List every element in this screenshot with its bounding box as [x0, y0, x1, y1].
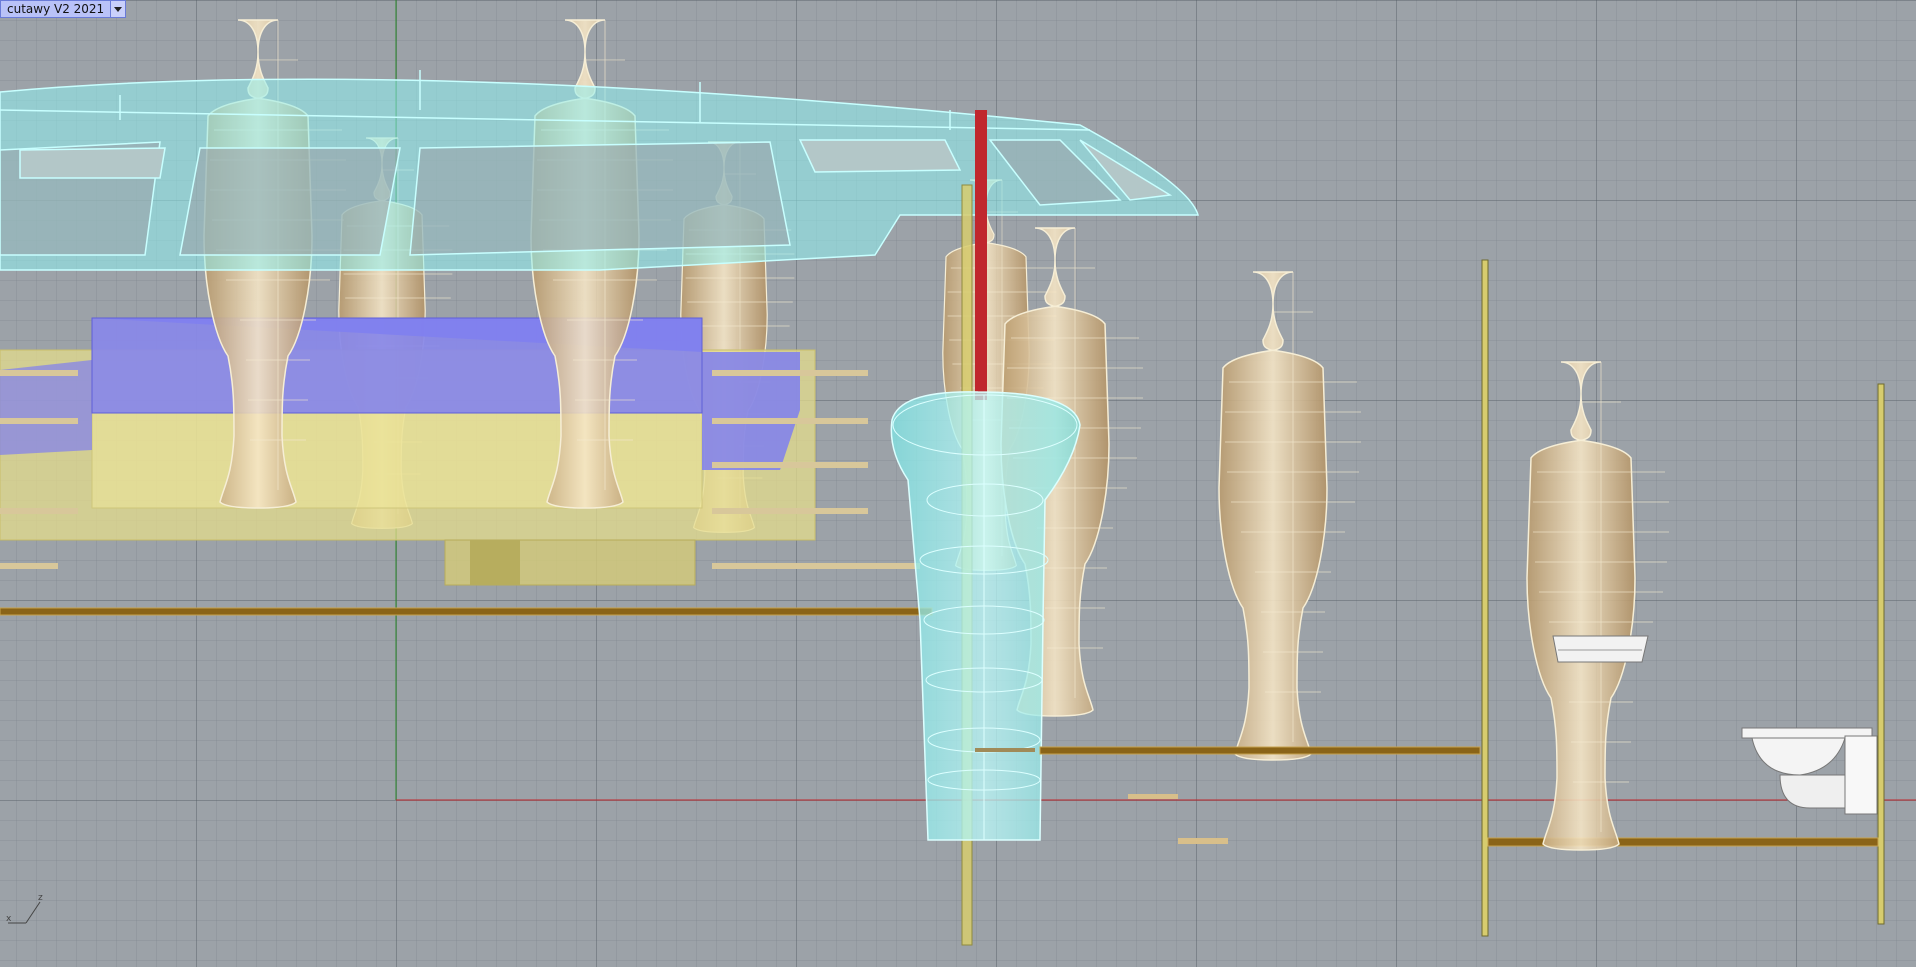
rhino-viewport[interactable]: cutawy V2 2021 x z: [0, 0, 1916, 967]
z-axis-label: z: [38, 893, 43, 903]
axis-gizmo-icon: x z: [6, 893, 43, 924]
viewport-title[interactable]: cutawy V2 2021: [1, 1, 111, 17]
main-deck-floor: [0, 607, 933, 616]
mannequin: [1526, 361, 1670, 851]
post: [1877, 383, 1885, 925]
viewport-title-tab[interactable]: cutawy V2 2021: [0, 0, 127, 18]
seat-block: [0, 317, 920, 586]
red-pole: [975, 110, 987, 400]
post: [1481, 259, 1489, 937]
seat-cushion: [1552, 635, 1649, 663]
toilet: [1741, 727, 1878, 815]
glass-canopy: [0, 70, 1199, 271]
chevron-down-icon[interactable]: [110, 1, 125, 17]
upper-deck-floor: [1039, 746, 1481, 755]
scene-canvas[interactable]: [0, 0, 1916, 967]
mannequin: [1218, 271, 1362, 761]
x-axis-label: x: [6, 914, 12, 924]
